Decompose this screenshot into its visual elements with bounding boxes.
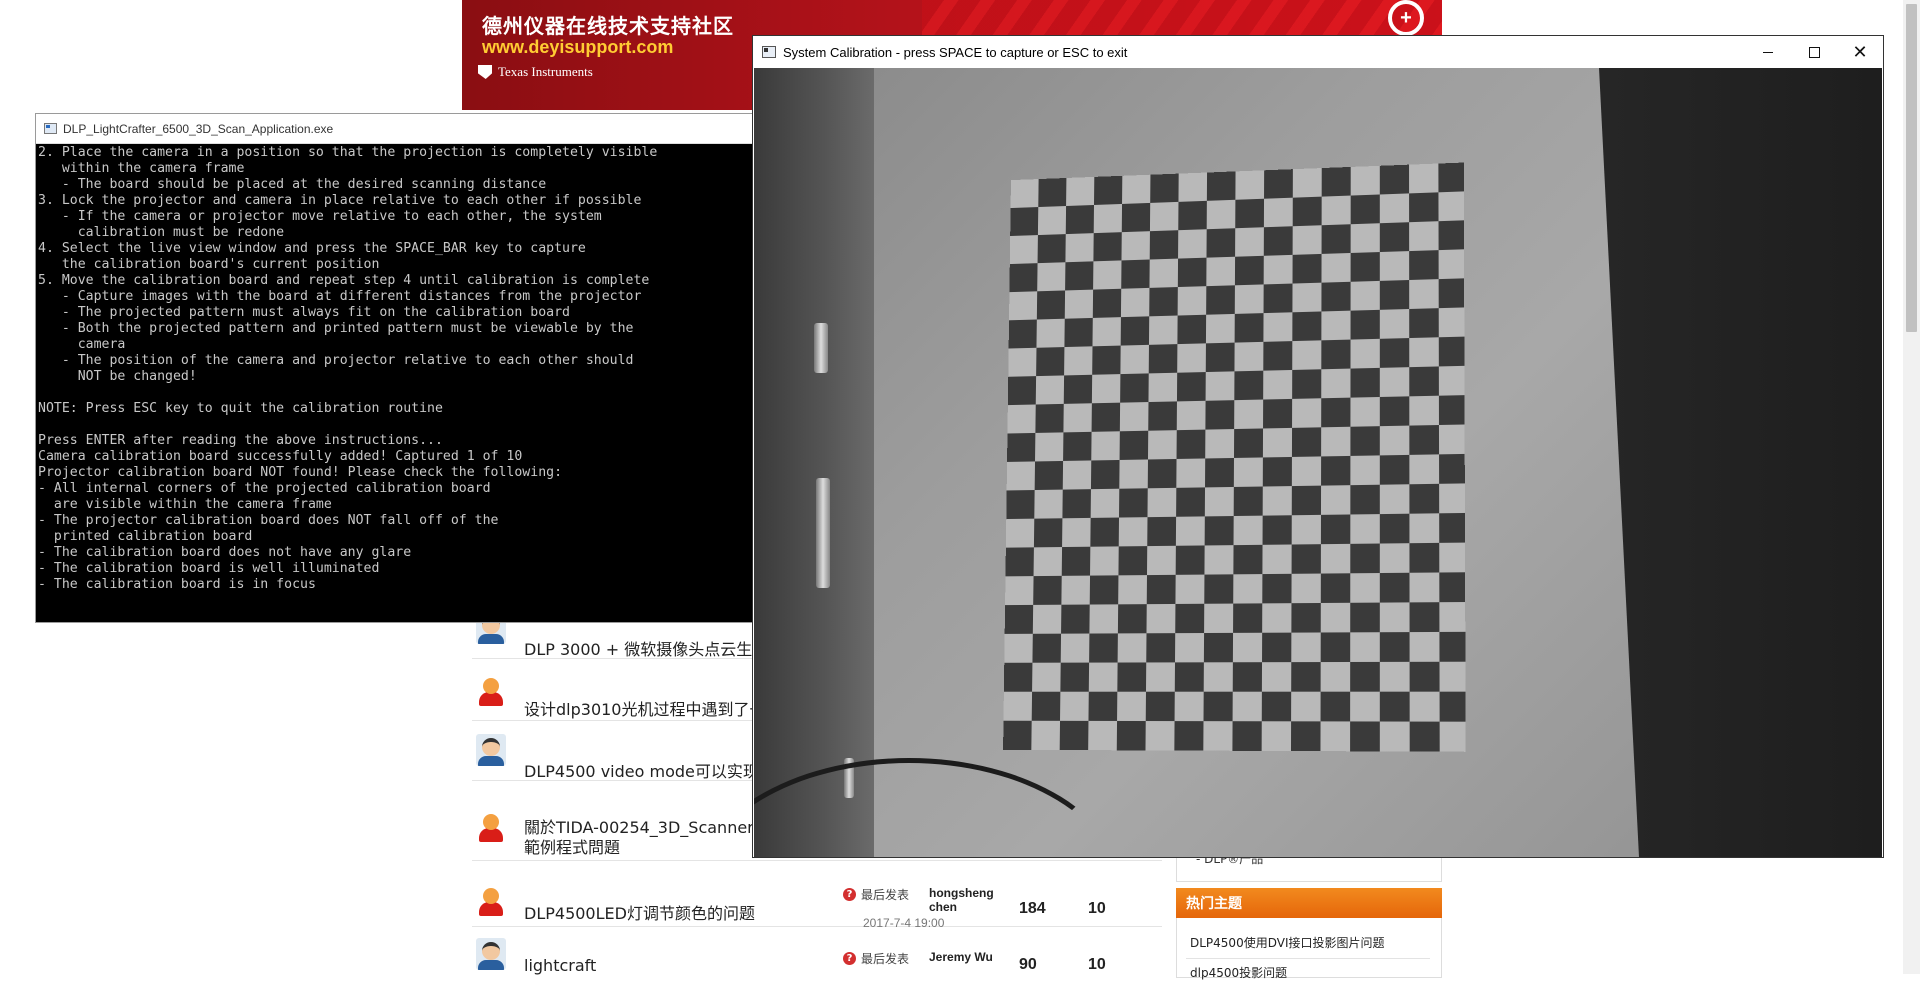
camera-live-view[interactable]: [754, 68, 1882, 857]
hot-topics-header: 热门主题: [1176, 888, 1442, 918]
avatar: [476, 938, 506, 970]
last-post-label: 最后发表: [861, 952, 910, 966]
calibration-title: System Calibration - press SPACE to capt…: [783, 44, 1128, 60]
divider: [1186, 958, 1430, 959]
avatar: [476, 810, 506, 842]
topic-title[interactable]: DLP4500LED灯调节颜色的问题: [524, 900, 755, 924]
last-post-label: 最后发表: [861, 888, 910, 902]
checkerboard: [1003, 162, 1466, 752]
console-app-icon: [44, 123, 57, 134]
bolt-image: [814, 323, 828, 373]
question-icon: ?: [843, 888, 856, 901]
last-post-tag: ? 最后发表: [843, 950, 909, 967]
last-post-tag: ? 最后发表: [843, 886, 909, 903]
banner-title: 德州仪器在线技术支持社区: [482, 14, 734, 38]
reply-count: 10: [1088, 956, 1106, 973]
topic-title[interactable]: lightcraft: [524, 956, 596, 975]
topic-title[interactable]: DLP 3000 + 微软摄像头点云生成: [524, 636, 768, 660]
view-count: 90: [1019, 956, 1037, 973]
last-post-author[interactable]: Jeremy Wu: [929, 950, 993, 964]
close-button[interactable]: ✕: [1837, 36, 1883, 68]
topic-title[interactable]: DLP4500 video mode可以实现同: [524, 758, 775, 782]
calibration-titlebar[interactable]: System Calibration - press SPACE to capt…: [753, 36, 1883, 68]
background-wall: [1599, 68, 1882, 857]
hot-topic-item[interactable]: DLP4500使用DVI接口投影图片问题: [1190, 934, 1384, 951]
avatar: [476, 734, 506, 766]
bolt-image: [816, 478, 830, 588]
console-title: DLP_LightCrafter_6500_3D_Scan_Applicatio…: [63, 121, 334, 136]
calibration-window[interactable]: System Calibration - press SPACE to capt…: [752, 35, 1884, 858]
question-icon: ?: [843, 952, 856, 965]
checkerboard-pattern: [1003, 162, 1466, 752]
avatar: [476, 674, 506, 706]
reply-count: 10: [1088, 900, 1106, 917]
table-row[interactable]: DLP4500LED灯调节颜色的问题 ? 最后发表 hongsheng chen…: [472, 860, 1162, 930]
scrollbar-thumb[interactable]: [1906, 4, 1917, 332]
view-count: 184: [1019, 900, 1046, 917]
maximize-button[interactable]: [1791, 36, 1837, 68]
ti-logo-icon: [478, 65, 492, 79]
avatar: [476, 884, 506, 916]
target-icon: +: [1388, 0, 1424, 36]
mount-frame: [754, 68, 874, 857]
topic-title-line2[interactable]: 範例程式問題: [524, 834, 620, 858]
last-post-author[interactable]: hongsheng chen: [929, 886, 999, 914]
minimize-button[interactable]: [1745, 36, 1791, 68]
window-app-icon: [762, 46, 776, 58]
table-row[interactable]: lightcraft ? 最后发表 Jeremy Wu 90 10: [472, 926, 1162, 986]
console-window[interactable]: DLP_LightCrafter_6500_3D_Scan_Applicatio…: [35, 113, 755, 623]
console-titlebar[interactable]: DLP_LightCrafter_6500_3D_Scan_Applicatio…: [36, 114, 754, 144]
ti-brand-label: Texas Instruments: [498, 64, 593, 79]
console-output: 2. Place the camera in a position so tha…: [38, 145, 658, 592]
topic-title[interactable]: 设计dlp3010光机过程中遇到了一: [524, 696, 765, 720]
ti-brand: Texas Instruments: [478, 64, 593, 80]
hot-topic-item[interactable]: dlp4500投影问题: [1190, 964, 1287, 981]
banner-url: www.deyisupport.com: [482, 37, 674, 57]
